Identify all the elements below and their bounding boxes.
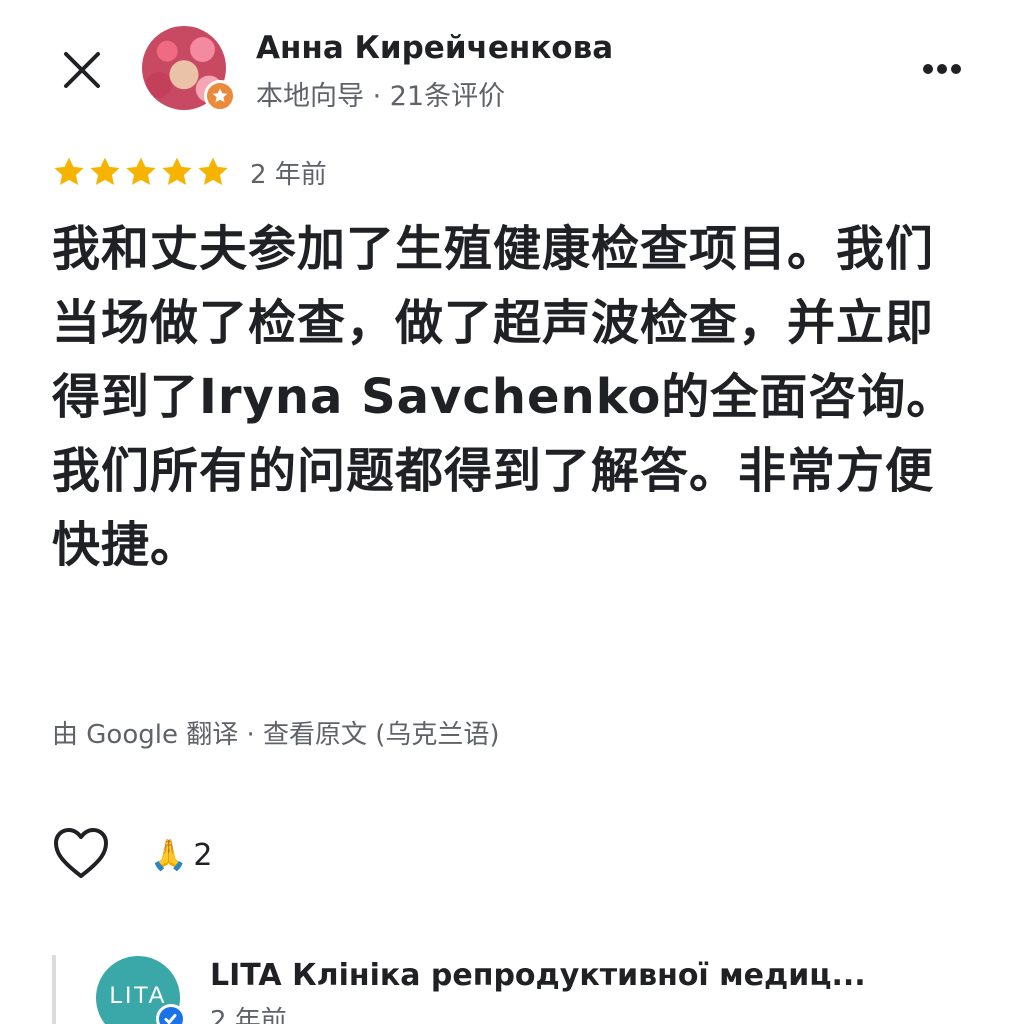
heart-outline-icon <box>54 828 108 878</box>
reaction-summary[interactable]: 🙏 2 <box>150 834 212 876</box>
verified-badge <box>156 1004 186 1024</box>
star-icon <box>88 155 122 191</box>
pray-emoji-icon: 🙏 <box>150 837 188 873</box>
star-icon <box>124 155 158 191</box>
reaction-count: 2 <box>193 837 213 873</box>
more-horiz-icon <box>923 64 961 74</box>
review-text: 我和丈夫参加了生殖健康检查项目。我们当场做了检查，做了超声波检查，并立即得到了I… <box>52 221 956 573</box>
owner-reply-time: 2 年前 <box>210 1006 287 1024</box>
review-detail-page: Анна Кирейченкова 本地向导 · 21条评价 2 年前 我和丈夫… <box>0 0 1024 1024</box>
star-icon <box>52 155 86 191</box>
close-button[interactable] <box>52 40 112 100</box>
verified-check-icon <box>164 1014 177 1024</box>
more-options-button[interactable] <box>912 54 972 84</box>
local-guide-badge <box>204 80 236 112</box>
like-button[interactable] <box>52 826 110 882</box>
owner-name[interactable]: LITA Клініка репродуктивної медиц... <box>210 958 866 993</box>
author-name[interactable]: Анна Кирейченкова <box>256 30 613 66</box>
star-icon <box>160 155 194 191</box>
close-icon <box>64 52 100 88</box>
translation-note[interactable]: 由 Google 翻译 · 查看原文 (乌克兰语) <box>52 714 500 751</box>
star-icon <box>196 155 230 191</box>
star-badge-icon <box>212 88 228 103</box>
star-rating <box>52 155 230 191</box>
author-meta: 本地向导 · 21条评价 <box>256 81 506 112</box>
reply-divider <box>52 955 56 1024</box>
review-time: 2 年前 <box>250 160 327 190</box>
